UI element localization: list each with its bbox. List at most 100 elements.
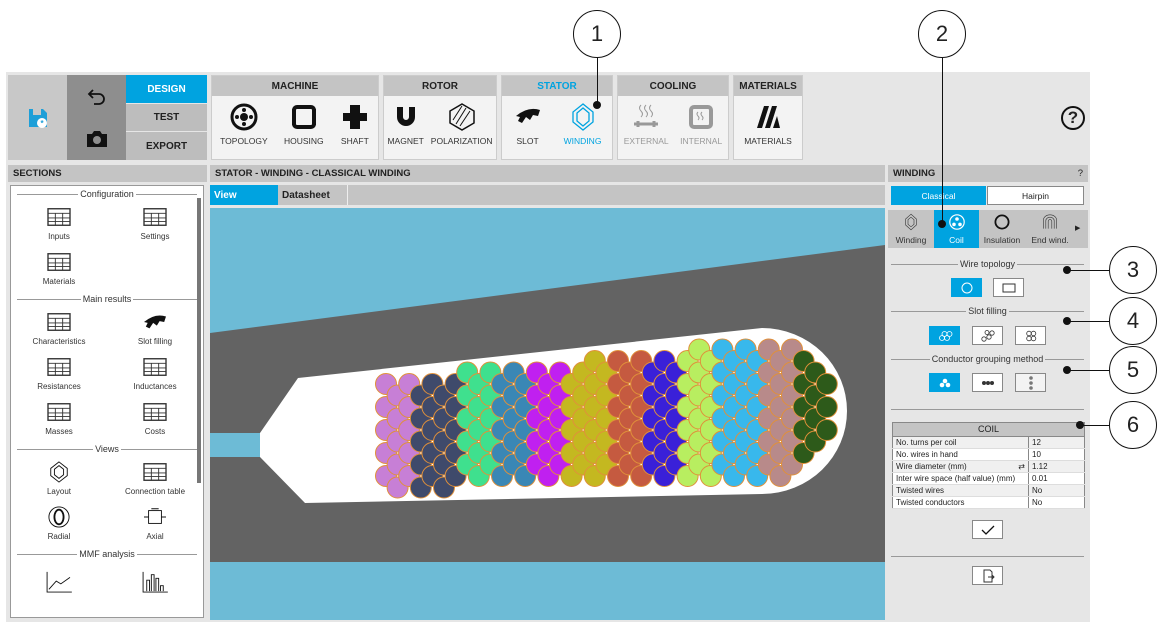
filling-square-button[interactable] <box>1015 326 1046 345</box>
cluster-icon <box>939 378 950 387</box>
callout-6: 6 <box>1109 401 1157 449</box>
undo-button[interactable] <box>67 75 126 118</box>
external-button[interactable]: EXTERNAL <box>624 102 669 146</box>
magnet-button[interactable]: MAGNET <box>387 102 424 146</box>
table-icon <box>47 253 71 271</box>
divider <box>891 409 1084 410</box>
coil-row-label: Inter wire space (half value) (mm) <box>892 472 1029 485</box>
help-button[interactable]: ? <box>1061 106 1085 130</box>
subtab-winding[interactable]: Winding <box>888 210 934 248</box>
shaft-icon <box>342 105 367 129</box>
magnet-icon <box>396 107 415 126</box>
divider <box>891 556 1084 557</box>
section-mmf-harmonics[interactable] <box>107 561 203 606</box>
rectangular-wire-button[interactable] <box>993 278 1024 297</box>
polarization-button[interactable]: POLARIZATION <box>431 102 493 146</box>
slot-icon <box>515 108 540 123</box>
section-inputs[interactable]: Inputs <box>11 201 107 246</box>
section-settings[interactable]: Settings <box>107 201 203 246</box>
save-icon: * <box>28 108 47 128</box>
swap-icon[interactable]: ⇄ <box>1018 462 1025 471</box>
subtab-scroll-right[interactable]: ▶ <box>1075 210 1080 248</box>
housing-button[interactable]: HOUSING <box>284 102 324 146</box>
grouping-cluster-button[interactable] <box>929 373 960 392</box>
section-axial[interactable]: Axial <box>107 501 203 546</box>
classical-toggle[interactable]: Classical <box>891 186 986 205</box>
camera-icon <box>86 131 107 147</box>
coil-row[interactable]: No. turns per coil 12 <box>892 436 1085 449</box>
grouping-row-button[interactable] <box>972 373 1003 392</box>
section-radial[interactable]: Radial <box>11 501 107 546</box>
section-slot-filling[interactable]: Slot filling <box>107 306 203 351</box>
section-costs[interactable]: Costs <box>107 396 203 441</box>
coil-row-value[interactable]: No <box>1028 496 1085 509</box>
topology-button[interactable]: TOPOLOGY <box>220 102 268 146</box>
grouping-column-button[interactable] <box>1015 373 1046 392</box>
section-layout[interactable]: Layout <box>11 456 107 501</box>
insulation-icon <box>994 214 1010 230</box>
export-coil-button[interactable] <box>972 566 1003 585</box>
table-icon <box>143 358 167 376</box>
callout-4: 4 <box>1109 297 1157 345</box>
subtab-insulation[interactable]: Insulation <box>979 210 1025 248</box>
filling-hex-button[interactable] <box>929 326 960 345</box>
hairpin-toggle[interactable]: Hairpin <box>987 186 1084 205</box>
end-winding-icon <box>1043 214 1057 229</box>
coil-row-label: Wire diameter (mm) ⇄ <box>892 460 1029 473</box>
round-wire-button[interactable] <box>951 278 982 297</box>
callout-5: 5 <box>1109 346 1157 394</box>
section-connection-table[interactable]: Connection table <box>107 456 203 501</box>
bar-chart-icon <box>142 571 168 593</box>
scrollbar[interactable] <box>197 198 201 483</box>
tab-datasheet[interactable]: Datasheet <box>278 185 348 205</box>
save-button[interactable]: * <box>8 75 67 160</box>
materials-group: MATERIALS MATERIALS <box>733 75 803 160</box>
callout-dot <box>938 220 946 228</box>
coil-row-value[interactable]: 12 <box>1028 436 1085 449</box>
separator-mmf: MMF analysis <box>17 549 197 559</box>
coil-row-value[interactable]: No <box>1028 484 1085 497</box>
coil-row[interactable]: No. wires in hand 10 <box>892 448 1085 461</box>
apply-button[interactable] <box>972 520 1003 539</box>
coil-row-value[interactable]: 10 <box>1028 448 1085 461</box>
coil-properties: No. turns per coil 12 No. wires in hand 10 W… <box>892 436 1085 509</box>
subtab-end-winding[interactable]: End wind. <box>1025 210 1075 248</box>
design-button[interactable]: DESIGN <box>126 75 207 103</box>
export-button[interactable]: EXPORT <box>126 132 207 160</box>
section-resistances[interactable]: Resistances <box>11 351 107 396</box>
sections-list: Configuration Inputs Settings Materials … <box>10 185 204 618</box>
test-button[interactable]: TEST <box>126 104 207 131</box>
slot-button[interactable]: SLOT <box>513 102 543 146</box>
main-title: STATOR - WINDING - CLASSICAL WINDING <box>210 165 885 182</box>
section-characteristics[interactable]: Characteristics <box>11 306 107 351</box>
tab-view[interactable]: View <box>210 185 278 205</box>
help-icon[interactable]: ? <box>1078 168 1083 179</box>
subtab-coil[interactable]: Coil <box>934 210 979 248</box>
camera-button[interactable] <box>67 118 126 160</box>
coil-row[interactable]: Twisted wires No <box>892 484 1085 497</box>
hex-fill-icon <box>938 330 952 341</box>
separator-configuration: Configuration <box>17 189 197 199</box>
winding-header: WINDING? <box>888 165 1088 182</box>
group-title: STATOR <box>502 76 612 96</box>
coil-row[interactable]: Twisted conductors No <box>892 496 1085 509</box>
polarization-icon <box>448 103 475 131</box>
coil-row[interactable]: Inter wire space (half value) (mm) 0.01 <box>892 472 1085 485</box>
callout-dot <box>1063 366 1071 374</box>
coil-row-value[interactable]: 1.12 <box>1028 460 1085 473</box>
filling-random-button[interactable] <box>972 326 1003 345</box>
coil-row-value[interactable]: 0.01 <box>1028 472 1085 485</box>
internal-cooling-icon <box>689 105 714 129</box>
sections-header: SECTIONS <box>8 165 207 182</box>
shaft-button[interactable]: SHAFT <box>340 102 370 146</box>
table-icon <box>143 463 167 481</box>
section-inductances[interactable]: Inductances <box>107 351 203 396</box>
coil-row[interactable]: Wire diameter (mm) ⇄ 1.12 <box>892 460 1085 473</box>
separator-main-results: Main results <box>17 294 197 304</box>
section-mmf-curve[interactable] <box>11 561 107 606</box>
materials-button[interactable]: MATERIALS <box>744 102 792 146</box>
callout-dot <box>1063 317 1071 325</box>
section-materials[interactable]: Materials <box>11 246 107 291</box>
section-masses[interactable]: Masses <box>11 396 107 441</box>
internal-button[interactable]: INTERNAL <box>680 102 722 146</box>
